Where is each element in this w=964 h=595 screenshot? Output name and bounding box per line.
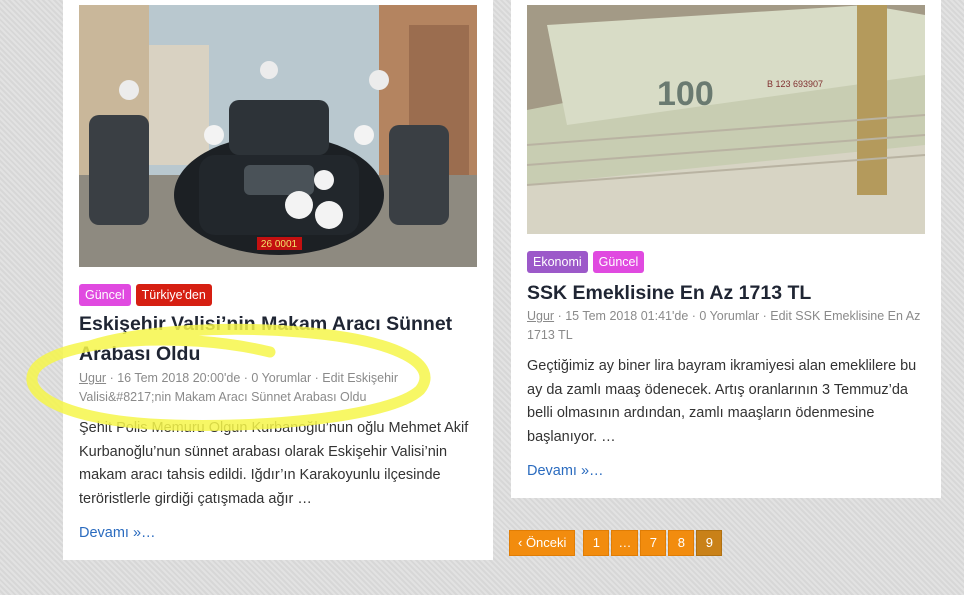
pagination: ‹ Önceki 1 … 7 8 9 xyxy=(509,530,723,556)
plate-text: 26 0001 xyxy=(261,239,298,250)
read-more-link-right[interactable]: Devamı »… xyxy=(527,463,604,479)
page-button-9-current: 9 xyxy=(696,530,723,556)
post-image-right[interactable]: 100 B 123 693907 xyxy=(527,5,925,234)
banknote-serial: B 123 693907 xyxy=(767,79,823,89)
page-button-8[interactable]: 8 xyxy=(668,530,695,556)
author-link[interactable]: Ugur xyxy=(79,371,106,385)
post-meta-left: Ugur · 16 Tem 2018 20:00'de · 0 Yorumlar… xyxy=(79,369,419,407)
page-button-1[interactable]: 1 xyxy=(583,530,610,556)
post-excerpt-left: Şehit Polis Memuru Olgun Kurbanoğlu’nun … xyxy=(79,420,469,507)
category-tag-guncel[interactable]: Güncel xyxy=(592,251,645,273)
banknote-value: 100 xyxy=(657,75,714,113)
post-excerpt-right: Geçtiğimiz ay biner lira bayram ikramiye… xyxy=(527,358,917,445)
post-card-left: 26 0001 Güncel Türkiye'den Eskişehir Val… xyxy=(63,0,493,560)
post-card-right: 100 B 123 693907 Ekonomi Güncel SSK Emek… xyxy=(511,0,941,498)
category-tag-guncel[interactable]: Güncel xyxy=(79,284,131,306)
page-button-7[interactable]: 7 xyxy=(640,530,667,556)
prev-page-button[interactable]: ‹ Önceki xyxy=(509,530,576,556)
read-more-link-left[interactable]: Devamı »… xyxy=(79,525,156,541)
money-photo-illustration: 100 B 123 693907 xyxy=(527,5,925,234)
page-ellipsis: … xyxy=(611,530,639,556)
meta-details: · 15 Tem 2018 01:41'de · 0 Yorumlar · Ed… xyxy=(527,309,921,342)
post-title-right[interactable]: SSK Emeklisine En Az 1713 TL xyxy=(527,278,927,308)
author-link[interactable]: Ugur xyxy=(527,309,554,323)
category-tag-turkiyeden[interactable]: Türkiye'den xyxy=(135,284,212,306)
category-list-left: Güncel Türkiye'den xyxy=(79,284,212,306)
post-meta-right: Ugur · 15 Tem 2018 01:41'de · 0 Yorumlar… xyxy=(527,307,925,345)
car-photo-illustration: 26 0001 xyxy=(79,5,477,267)
post-title-left[interactable]: Eskişehir Valisi’nin Makam Aracı Sünnet … xyxy=(79,309,479,369)
post-image-left[interactable]: 26 0001 xyxy=(79,5,477,267)
category-list-right: Ekonomi Güncel xyxy=(527,251,645,273)
category-tag-ekonomi[interactable]: Ekonomi xyxy=(527,251,588,273)
meta-details: · 16 Tem 2018 20:00'de · 0 Yorumlar · Ed… xyxy=(79,371,398,404)
